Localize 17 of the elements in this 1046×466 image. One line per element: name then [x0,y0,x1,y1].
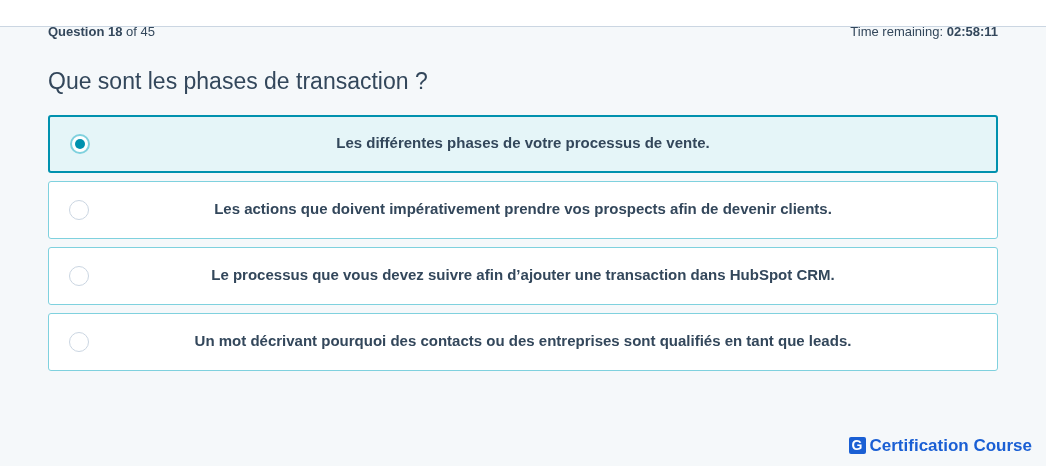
answer-option[interactable]: Le processus que vous devez suivre afin d’ajouter une transaction dans HubSpot CRM. [48,246,998,305]
radio-button[interactable] [70,133,90,154]
question-text: Que sont les phases de transaction ? [48,67,429,96]
logo-mark: G [848,436,866,454]
brand-name: Certification Course [869,434,1032,457]
option-label: Les différentes phases de votre processus de vente. [335,133,711,154]
radio-button[interactable] [69,199,89,220]
answer-option[interactable]: Un mot décrivant pourquoi des contacts ou des entreprises sont qualifiés en tant que leads. [48,312,998,371]
radio-button[interactable] [69,331,89,352]
answer-option[interactable]: Les actions que doivent impérativement prendre vos prospects afin de devenir clients. [48,180,998,239]
question-counter: Question 18 of 45 [48,26,155,38]
option-label: Un mot décrivant pourquoi des contacts ou des entreprises sont qualifiés en tant que leads. [193,331,853,352]
time-remaining: Time remaining: 02:58:11 [850,26,998,38]
radio-button[interactable] [69,265,89,286]
option-label: Les actions que doivent impérativement prendre vos prospects afin de devenir clients. [213,199,833,220]
answer-option[interactable]: Les différentes phases de votre processus de vente. [48,114,998,173]
option-label: Le processus que vous devez suivre afin d’ajouter une transaction dans HubSpot CRM. [210,265,836,286]
